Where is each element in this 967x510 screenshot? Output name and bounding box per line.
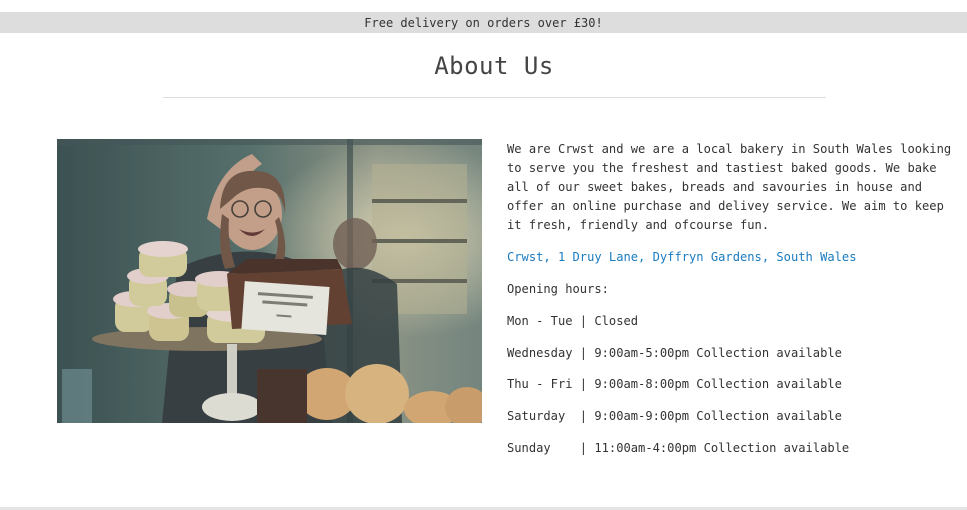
- promo-banner-text: Free delivery on orders over £30!: [364, 15, 603, 30]
- hours-row-saturday: Saturday | 9:00am-9:00pm Collection avai…: [507, 409, 842, 424]
- hours-row-wednesday: Wednesday | 9:00am-5:00pm Collection ava…: [507, 345, 842, 360]
- hours-row-mon-tue: Mon - Tue | Closed: [507, 314, 639, 328]
- opening-hours-heading: Opening hours:: [507, 282, 609, 296]
- promo-banner: Free delivery on orders over £30!: [0, 12, 967, 33]
- about-content: We are Crwst and we are a local bakery i…: [507, 140, 957, 470]
- hours-row-sunday: Sunday | 11:00am-4:00pm Collection avail…: [507, 440, 850, 455]
- bakery-photo-icon: [57, 139, 482, 423]
- address-link[interactable]: Crwst, 1 Druy Lane, Dyffryn Gardens, Sou…: [507, 248, 957, 267]
- bakery-photo: [57, 139, 482, 423]
- hours-row-thu-fri: Thu - Fri | 9:00am-8:00pm Collection ava…: [507, 377, 842, 392]
- about-description: We are Crwst and we are a local bakery i…: [507, 142, 952, 232]
- title-divider: [163, 97, 826, 98]
- page-title: About Us: [434, 52, 554, 80]
